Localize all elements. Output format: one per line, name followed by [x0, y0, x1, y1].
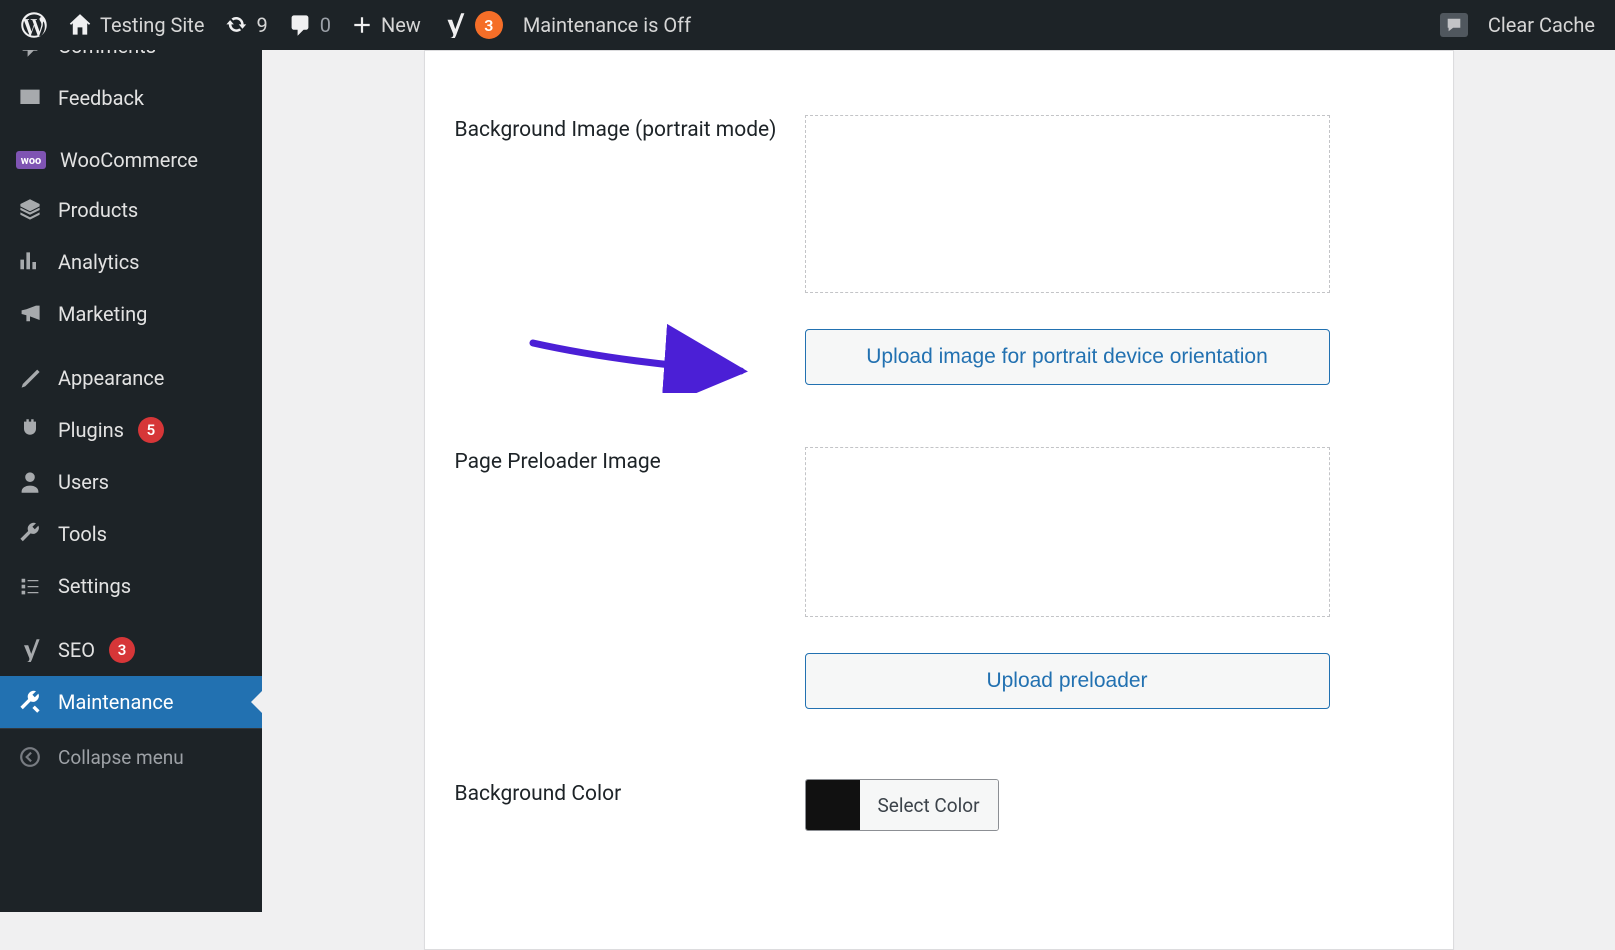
new-link[interactable]: New — [341, 0, 431, 50]
sidebar-item-marketing[interactable]: Marketing — [0, 288, 262, 340]
bg-color-label: Background Color — [455, 779, 805, 809]
sidebar-label: Maintenance — [58, 690, 173, 714]
sidebar-label: Plugins — [58, 418, 124, 442]
select-color-button[interactable]: Select Color — [860, 780, 998, 830]
sidebar-item-products[interactable]: Products — [0, 184, 262, 236]
yoast-icon — [441, 12, 467, 38]
sidebar-label: Products — [58, 198, 138, 222]
row-preloader: Page Preloader Image Upload preloader — [455, 447, 1423, 709]
collapse-label: Collapse menu — [58, 746, 184, 769]
sidebar-item-settings[interactable]: Settings — [0, 560, 262, 612]
plugins-icon — [16, 416, 44, 444]
upload-portrait-button[interactable]: Upload image for portrait device orienta… — [805, 329, 1330, 385]
sidebar-item-plugins[interactable]: Plugins 5 — [0, 404, 262, 456]
sidebar-label: Appearance — [58, 366, 164, 390]
sidebar-label: Feedback — [58, 86, 144, 110]
yoast-link[interactable]: 3 — [431, 0, 513, 50]
sidebar-label: SEO — [58, 638, 95, 662]
products-icon — [16, 196, 44, 224]
wp-logo[interactable] — [10, 0, 58, 50]
preloader-preview — [805, 447, 1330, 617]
settings-icon — [16, 572, 44, 600]
updates-link[interactable]: 9 — [214, 0, 277, 50]
collapse-menu[interactable]: Collapse menu — [0, 728, 262, 785]
sidebar-item-users[interactable]: Users — [0, 456, 262, 508]
sidebar-item-woocommerce[interactable]: woo WooCommerce — [0, 136, 262, 184]
sidebar-label: Analytics — [58, 250, 140, 274]
update-icon — [224, 13, 248, 37]
upload-preloader-button[interactable]: Upload preloader — [805, 653, 1330, 709]
updates-count: 9 — [256, 13, 267, 37]
admin-sidebar: Comments Feedback woo WooCommerce Produc… — [0, 50, 262, 912]
notification-icon — [1440, 13, 1468, 37]
color-picker[interactable]: Select Color — [805, 779, 999, 831]
comments-icon — [16, 50, 44, 60]
bg-portrait-label: Background Image (portrait mode) — [455, 115, 805, 145]
comments-link[interactable]: 0 — [278, 0, 341, 50]
maintenance-status-link[interactable]: Maintenance is Off — [513, 0, 701, 50]
sidebar-label: Settings — [58, 574, 131, 598]
woo-icon: woo — [16, 151, 46, 169]
users-icon — [16, 468, 44, 496]
sidebar-label: Tools — [58, 522, 107, 546]
clear-cache-link[interactable]: Clear Cache — [1478, 0, 1605, 50]
sidebar-item-appearance[interactable]: Appearance — [0, 352, 262, 404]
sidebar-label: Marketing — [58, 302, 147, 326]
marketing-icon — [16, 300, 44, 328]
yoast-icon — [16, 636, 44, 664]
collapse-icon — [16, 743, 44, 771]
site-name-link[interactable]: Testing Site — [58, 0, 214, 50]
main-content: Background Image (portrait mode) Upload … — [262, 50, 1615, 912]
preloader-label: Page Preloader Image — [455, 447, 805, 477]
notifications-link[interactable] — [1430, 0, 1478, 50]
sidebar-label: WooCommerce — [60, 148, 198, 172]
feedback-icon — [16, 84, 44, 112]
maintenance-icon — [16, 688, 44, 716]
seo-badge: 3 — [109, 637, 135, 663]
row-bg-portrait: Background Image (portrait mode) Upload … — [455, 115, 1423, 385]
comments-count: 0 — [320, 13, 331, 37]
admin-bar: Testing Site 9 0 New 3 Maint — [0, 0, 1615, 50]
sidebar-item-comments[interactable]: Comments — [0, 50, 262, 72]
row-bg-color: Background Color Select Color — [455, 779, 1423, 834]
site-title: Testing Site — [100, 13, 204, 37]
color-swatch — [806, 780, 860, 830]
bg-portrait-preview — [805, 115, 1330, 293]
settings-panel: Background Image (portrait mode) Upload … — [424, 50, 1454, 950]
home-icon — [68, 13, 92, 37]
comments-icon — [288, 13, 312, 37]
appearance-icon — [16, 364, 44, 392]
sidebar-label: Comments — [58, 50, 156, 58]
maintenance-status: Maintenance is Off — [523, 13, 691, 37]
clear-cache-label: Clear Cache — [1488, 13, 1595, 37]
sidebar-item-seo[interactable]: SEO 3 — [0, 624, 262, 676]
sidebar-item-tools[interactable]: Tools — [0, 508, 262, 560]
plus-icon — [351, 14, 373, 36]
tools-icon — [16, 520, 44, 548]
sidebar-item-maintenance[interactable]: Maintenance — [0, 676, 262, 728]
wordpress-icon — [20, 11, 48, 39]
sidebar-label: Users — [58, 470, 109, 494]
plugins-badge: 5 — [138, 417, 164, 443]
analytics-icon — [16, 248, 44, 276]
sidebar-item-feedback[interactable]: Feedback — [0, 72, 262, 124]
sidebar-item-analytics[interactable]: Analytics — [0, 236, 262, 288]
new-label: New — [381, 13, 421, 37]
yoast-badge: 3 — [475, 11, 503, 39]
